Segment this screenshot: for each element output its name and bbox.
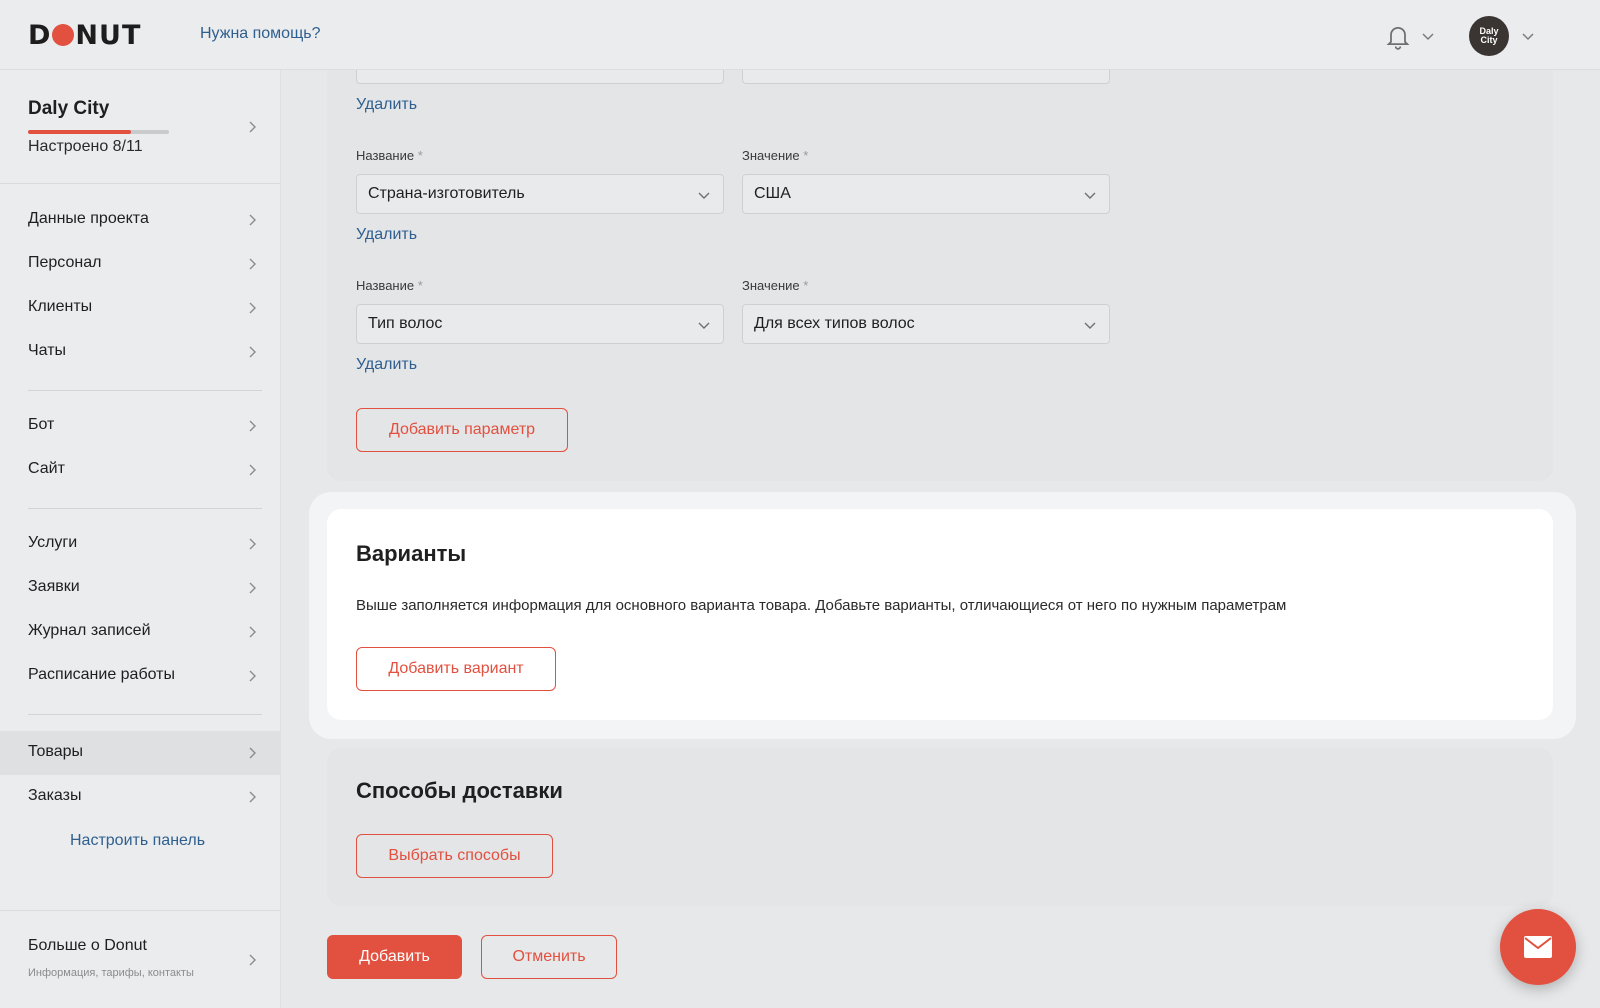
chevron-right-icon: [249, 420, 256, 432]
param-value-label: Значение *: [742, 148, 808, 163]
delivery-card: Способы доставки Выбрать способы: [327, 748, 1553, 906]
required-mark: *: [417, 278, 423, 293]
chevron-down-icon: [1084, 192, 1096, 199]
setup-status: Настроено 8/11: [28, 138, 143, 155]
select-value: США: [754, 185, 791, 202]
sidebar-item-site[interactable]: Сайт: [0, 448, 281, 492]
sidebar-item-services[interactable]: Услуги: [0, 522, 281, 566]
param-value-label: Значение *: [742, 278, 808, 293]
param-value-select[interactable]: Для всех типов волос: [742, 304, 1110, 344]
sidebar-divider: [28, 714, 262, 715]
sidebar-item-label: Заявки: [28, 578, 80, 595]
delivery-title: Способы доставки: [356, 778, 563, 803]
sidebar-item-label: Данные проекта: [28, 210, 149, 227]
sidebar-item-chats[interactable]: Чаты: [0, 330, 281, 374]
sidebar-divider: [28, 508, 262, 509]
sidebar-item-bot[interactable]: Бот: [0, 404, 281, 448]
sidebar-item-label: Сайт: [28, 460, 65, 477]
delete-param-link[interactable]: Удалить: [356, 226, 417, 244]
contact-fab[interactable]: [1500, 909, 1576, 985]
sidebar-item-clients[interactable]: Клиенты: [0, 286, 281, 330]
chevron-right-icon: [249, 258, 256, 270]
more-title: Больше о Donut: [28, 937, 147, 954]
sidebar-item-label: Товары: [28, 743, 84, 760]
sidebar-item-label: Бот: [28, 416, 55, 433]
sidebar-item-label: Заказы: [28, 787, 82, 804]
sidebar-item-project-data[interactable]: Данные проекта: [0, 198, 281, 242]
bell-icon[interactable]: [1384, 22, 1412, 50]
avatar[interactable]: Daly City: [1469, 16, 1509, 56]
chevron-down-icon[interactable]: [1520, 28, 1536, 44]
chevron-right-icon: [249, 626, 256, 638]
cancel-button[interactable]: Отменить: [481, 935, 617, 979]
chevron-right-icon: [249, 346, 256, 358]
chevron-down-icon: [698, 192, 710, 199]
sidebar-item-staff[interactable]: Персонал: [0, 242, 281, 286]
chevron-right-icon: [249, 791, 256, 803]
sidebar-item-bookings-log[interactable]: Журнал записей: [0, 610, 281, 654]
chevron-right-icon: [249, 954, 256, 966]
chevron-right-icon: [249, 302, 256, 314]
sidebar-item-label: Клиенты: [28, 298, 93, 315]
avatar-text-line2: City: [1480, 35, 1498, 45]
param-name-select[interactable]: Страна-изготовитель: [356, 174, 724, 214]
submit-button[interactable]: Добавить: [327, 935, 462, 979]
sidebar-item-label: Чаты: [28, 342, 67, 359]
more-subtitle: Информация, тарифы, контакты: [28, 967, 194, 979]
select-value: Страна-изготовитель: [368, 185, 525, 202]
top-header: D NUT Нужна помощь? Daly City: [0, 0, 1600, 70]
sidebar-item-requests[interactable]: Заявки: [0, 566, 281, 610]
parameters-card: Удалить Название * Значение * Страна-изг…: [327, 44, 1553, 481]
sidebar-item-work-schedule[interactable]: Расписание работы: [0, 654, 281, 698]
chevron-right-icon: [249, 214, 256, 226]
mail-icon: [1524, 936, 1552, 958]
required-mark: *: [803, 278, 809, 293]
delete-param-link[interactable]: Удалить: [356, 356, 417, 374]
delete-param-link[interactable]: Удалить: [356, 96, 417, 114]
add-variant-button[interactable]: Добавить вариант: [356, 647, 556, 691]
sidebar-item-label: Расписание работы: [28, 666, 175, 683]
param-name-select[interactable]: Тип волос: [356, 304, 724, 344]
chevron-right-icon: [249, 121, 256, 133]
sidebar-item-label: Персонал: [28, 254, 102, 271]
variants-card: Варианты Выше заполняется информация для…: [327, 509, 1553, 720]
add-parameter-button[interactable]: Добавить параметр: [356, 408, 568, 452]
project-name: Daly City: [28, 98, 110, 119]
more-about-donut[interactable]: Больше о Donut Информация, тарифы, конта…: [0, 910, 281, 1008]
chevron-right-icon: [249, 464, 256, 476]
required-mark: *: [803, 148, 809, 163]
chevron-right-icon: [249, 747, 256, 759]
chevron-right-icon: [249, 670, 256, 682]
sidebar-item-orders[interactable]: Заказы: [0, 775, 281, 819]
chevron-down-icon[interactable]: [1420, 28, 1436, 44]
chevron-right-icon: [249, 582, 256, 594]
sidebar-item-label: Услуги: [28, 534, 78, 551]
param-name-label: Название *: [356, 278, 423, 293]
param-name-label: Название *: [356, 148, 423, 163]
chevron-right-icon: [249, 538, 256, 550]
sidebar-item-products[interactable]: Товары: [0, 731, 281, 775]
label-text: Название: [356, 148, 415, 163]
choose-delivery-button[interactable]: Выбрать способы: [356, 834, 553, 878]
help-link[interactable]: Нужна помощь?: [200, 25, 320, 43]
variants-title: Варианты: [356, 541, 467, 566]
setup-progress-bar: [28, 130, 169, 134]
sidebar: Daly City Настроено 8/11 Данные проекта …: [0, 70, 281, 1008]
sidebar-divider: [28, 390, 262, 391]
setup-panel-link[interactable]: Настроить панель: [70, 832, 205, 850]
required-mark: *: [417, 148, 423, 163]
variants-description: Выше заполняется информация для основног…: [356, 597, 1287, 614]
label-text: Название: [356, 278, 415, 293]
select-value: Для всех типов волос: [754, 315, 915, 332]
donut-logo[interactable]: D NUT: [28, 21, 141, 51]
select-value: Тип волос: [368, 315, 443, 332]
param-value-select[interactable]: США: [742, 174, 1110, 214]
label-text: Значение: [742, 278, 800, 293]
chevron-down-icon: [1084, 322, 1096, 329]
chevron-down-icon: [698, 322, 710, 329]
sidebar-item-label: Журнал записей: [28, 622, 151, 639]
project-selector[interactable]: Daly City Настроено 8/11: [0, 70, 281, 184]
setup-progress-fill: [28, 130, 131, 134]
label-text: Значение: [742, 148, 800, 163]
